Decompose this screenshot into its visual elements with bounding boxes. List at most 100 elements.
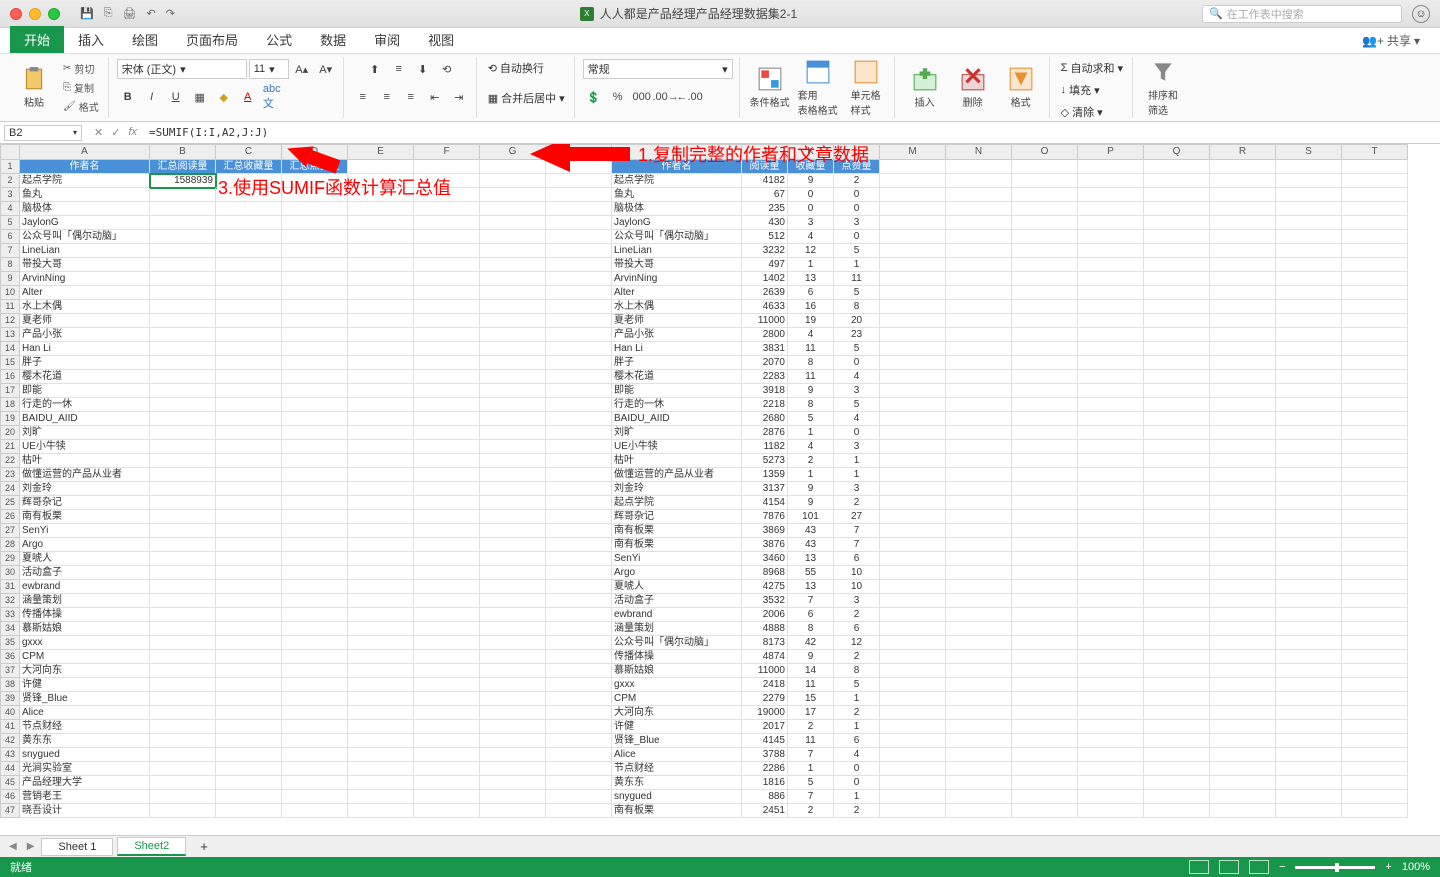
cell-L13[interactable]: 23 (834, 328, 880, 342)
cell-R27[interactable] (1210, 524, 1276, 538)
cell-R35[interactable] (1210, 636, 1276, 650)
cell-D23[interactable] (282, 468, 348, 482)
cell-C29[interactable] (216, 552, 282, 566)
cell-P17[interactable] (1078, 384, 1144, 398)
cell-J44[interactable]: 2286 (742, 762, 788, 776)
cell-T42[interactable] (1342, 734, 1408, 748)
cell-R46[interactable] (1210, 790, 1276, 804)
cell-A1[interactable]: 作者名 (20, 160, 150, 174)
cell-D47[interactable] (282, 804, 348, 818)
cell-N33[interactable] (946, 608, 1012, 622)
cell-I14[interactable]: Han Li (612, 342, 742, 356)
cell-L10[interactable]: 5 (834, 286, 880, 300)
cell-J4[interactable]: 235 (742, 202, 788, 216)
cell-P11[interactable] (1078, 300, 1144, 314)
cell-A21[interactable]: UE小牛犊 (20, 440, 150, 454)
insert-cells-button[interactable]: 插入 (903, 58, 947, 118)
cell-H41[interactable] (546, 720, 612, 734)
cell-T45[interactable] (1342, 776, 1408, 790)
cell-A14[interactable]: Han Li (20, 342, 150, 356)
cell-N44[interactable] (946, 762, 1012, 776)
cell-L6[interactable]: 0 (834, 230, 880, 244)
cell-H29[interactable] (546, 552, 612, 566)
cell-T9[interactable] (1342, 272, 1408, 286)
cell-A40[interactable]: Alice (20, 706, 150, 720)
col-header-E[interactable]: E (348, 144, 414, 160)
cell-E16[interactable] (348, 370, 414, 384)
row-header-18[interactable]: 18 (0, 398, 20, 412)
format-cells-button[interactable]: 格式 (999, 58, 1043, 118)
cell-B11[interactable] (150, 300, 216, 314)
cell-N22[interactable] (946, 454, 1012, 468)
row-header-28[interactable]: 28 (0, 538, 20, 552)
cell-H33[interactable] (546, 608, 612, 622)
row-header-38[interactable]: 38 (0, 678, 20, 692)
cell-Q10[interactable] (1144, 286, 1210, 300)
cell-Q47[interactable] (1144, 804, 1210, 818)
cell-K33[interactable]: 6 (788, 608, 834, 622)
cell-L7[interactable]: 5 (834, 244, 880, 258)
cell-O12[interactable] (1012, 314, 1078, 328)
cell-M26[interactable] (880, 510, 946, 524)
cell-O46[interactable] (1012, 790, 1078, 804)
cell-I37[interactable]: 慕斯姑娘 (612, 664, 742, 678)
cell-B13[interactable] (150, 328, 216, 342)
cell-R47[interactable] (1210, 804, 1276, 818)
cell-A28[interactable]: Argo (20, 538, 150, 552)
cell-B20[interactable] (150, 426, 216, 440)
cell-E29[interactable] (348, 552, 414, 566)
cell-N19[interactable] (946, 412, 1012, 426)
cell-R43[interactable] (1210, 748, 1276, 762)
cell-F15[interactable] (414, 356, 480, 370)
cell-styles-button[interactable]: 单元格 样式 (844, 58, 888, 118)
cell-J9[interactable]: 1402 (742, 272, 788, 286)
cell-D5[interactable] (282, 216, 348, 230)
align-center-icon[interactable]: ≡ (376, 87, 398, 107)
cell-I34[interactable]: 涵量策划 (612, 622, 742, 636)
increase-font-icon[interactable]: A▴ (291, 59, 313, 79)
cell-J27[interactable]: 3869 (742, 524, 788, 538)
view-break-icon[interactable] (1249, 860, 1269, 874)
cell-C21[interactable] (216, 440, 282, 454)
cell-D13[interactable] (282, 328, 348, 342)
cell-B15[interactable] (150, 356, 216, 370)
cell-R10[interactable] (1210, 286, 1276, 300)
cell-S17[interactable] (1276, 384, 1342, 398)
cell-R16[interactable] (1210, 370, 1276, 384)
cell-D27[interactable] (282, 524, 348, 538)
cell-F29[interactable] (414, 552, 480, 566)
fx-icon[interactable]: fx (128, 126, 137, 139)
cell-L43[interactable]: 4 (834, 748, 880, 762)
cell-D6[interactable] (282, 230, 348, 244)
cell-P1[interactable] (1078, 160, 1144, 174)
cell-L34[interactable]: 6 (834, 622, 880, 636)
row-header-47[interactable]: 47 (0, 804, 20, 818)
cell-S27[interactable] (1276, 524, 1342, 538)
cell-F37[interactable] (414, 664, 480, 678)
cell-O24[interactable] (1012, 482, 1078, 496)
col-header-B[interactable]: B (150, 144, 216, 160)
cell-Q13[interactable] (1144, 328, 1210, 342)
cell-L1[interactable]: 点赞量 (834, 160, 880, 174)
cell-J34[interactable]: 4888 (742, 622, 788, 636)
cell-Q21[interactable] (1144, 440, 1210, 454)
col-header-K[interactable]: K (788, 144, 834, 160)
cell-N5[interactable] (946, 216, 1012, 230)
cell-A29[interactable]: 夏唬人 (20, 552, 150, 566)
cell-P42[interactable] (1078, 734, 1144, 748)
row-header-23[interactable]: 23 (0, 468, 20, 482)
cell-F7[interactable] (414, 244, 480, 258)
zoom-slider[interactable] (1295, 866, 1375, 869)
cell-S21[interactable] (1276, 440, 1342, 454)
cell-L33[interactable]: 2 (834, 608, 880, 622)
cell-K13[interactable]: 4 (788, 328, 834, 342)
cell-A43[interactable]: snygued (20, 748, 150, 762)
cell-K5[interactable]: 3 (788, 216, 834, 230)
indent-decrease-icon[interactable]: ⇤ (424, 87, 446, 107)
cell-K36[interactable]: 9 (788, 650, 834, 664)
cell-I2[interactable]: 起点学院 (612, 174, 742, 188)
cell-G28[interactable] (480, 538, 546, 552)
cell-N11[interactable] (946, 300, 1012, 314)
align-top-icon[interactable]: ⬆ (364, 59, 386, 79)
cell-S8[interactable] (1276, 258, 1342, 272)
